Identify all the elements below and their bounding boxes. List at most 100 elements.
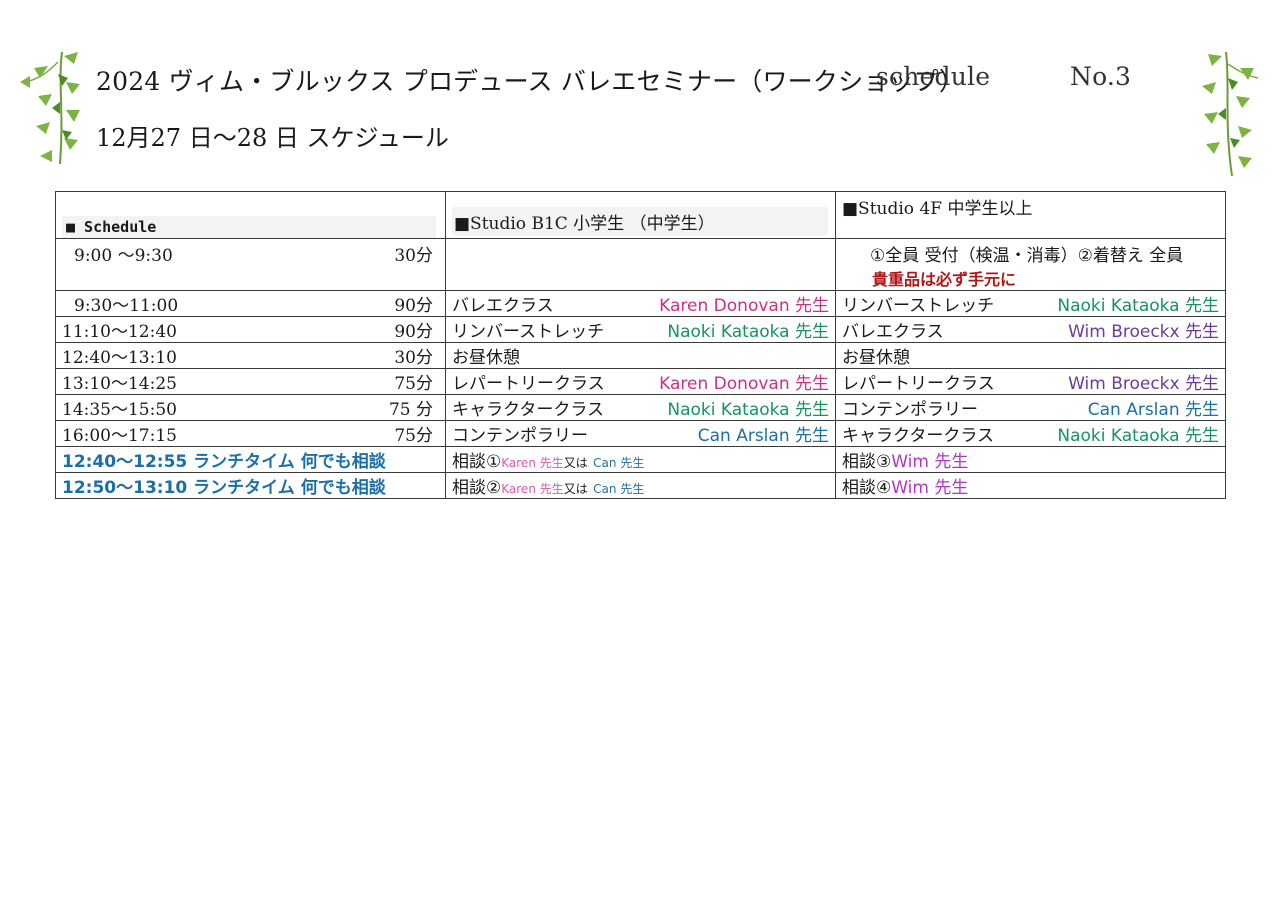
teacher-name: Naoki Kataoka 先生 <box>667 400 829 420</box>
b1c-cell: バレエクラス Karen Donovan 先生 <box>445 290 836 317</box>
f4-cell: ①全員 受付（検温・消毒）②着替え 全員 貴重品は必ず手元に <box>835 238 1226 291</box>
document-title: 2024 ヴィム・ブルックス プロデュース バレエセミナー（ワークショップ） <box>96 67 965 96</box>
b1c-cell: レパートリークラス Karen Donovan 先生 <box>445 368 836 395</box>
reception-note: ①全員 受付（検温・消毒）②着替え 全員 <box>870 246 1184 266</box>
teacher-name: Naoki Kataoka 先生 <box>1057 296 1219 316</box>
f4-cell: キャラクタークラス Naoki Kataoka 先生 <box>835 420 1226 447</box>
consult-label: 相談③ <box>842 452 892 472</box>
duration-text: 90分 <box>394 296 433 316</box>
time-cell: 14:35～15:50 75 分 <box>55 394 446 421</box>
time-text: 14:35～15:50 <box>62 400 177 420</box>
table-row: 12:50～13:10 ランチタイム 何でも相談 相談②Karen 先生又は C… <box>55 472 1226 499</box>
duration-text: 30分 <box>394 246 433 266</box>
class-rows: 9:30～11:00 90分 バレエクラス Karen Donovan 先生 リ… <box>55 290 1226 447</box>
consult-label: 相談① <box>452 452 502 472</box>
teacher-name: Naoki Kataoka 先生 <box>667 322 829 342</box>
class-name: リンバーストレッチ <box>842 296 995 316</box>
class-name: キャラクタークラス <box>842 426 994 446</box>
table-row: 13:10～14:25 75分 レパートリークラス Karen Donovan … <box>55 368 1226 395</box>
table-row: 12:40～13:10 30分 お昼休憩 お昼休憩 <box>55 342 1226 369</box>
time-cell: 13:10～14:25 75分 <box>55 368 446 395</box>
teacher-name: Karen Donovan 先生 <box>659 296 829 316</box>
duration-text: 90分 <box>394 322 433 342</box>
schedule-label: schedule <box>876 62 991 91</box>
table-row: 14:35～15:50 75 分 キャラクタークラス Naoki Kataoka… <box>55 394 1226 421</box>
lunch-text: 12:50～13:10 ランチタイム 何でも相談 <box>62 478 386 498</box>
header-studio-4f: ■Studio 4F 中学生以上 <box>835 191 1226 239</box>
time-text: 9:00 ～9:30 <box>74 246 173 266</box>
b1c-cell: リンバーストレッチ Naoki Kataoka 先生 <box>445 316 836 343</box>
time-text: 11:10～12:40 <box>62 322 177 342</box>
teacher-name: Wim 先生 <box>891 478 969 498</box>
class-name: お昼休憩 <box>452 348 520 368</box>
b1c-cell: キャラクタークラス Naoki Kataoka 先生 <box>445 394 836 421</box>
header-studio-b1c: ■Studio B1C 小学生 （中学生） <box>445 191 836 239</box>
duration-text: 75分 <box>394 426 433 446</box>
b1c-cell <box>445 238 836 291</box>
b1c-consult-cell: 相談②Karen 先生又は Can 先生 <box>445 472 836 499</box>
document-subtitle: 12月27 日～28 日 スケジュール <box>96 124 449 152</box>
f4-cell: リンバーストレッチ Naoki Kataoka 先生 <box>835 290 1226 317</box>
ivy-right-icon <box>1202 52 1259 176</box>
duration-text: 75 分 <box>388 400 433 420</box>
class-name: コンテンポラリー <box>452 426 588 446</box>
teacher-name: Karen 先生 <box>501 456 564 470</box>
teacher-name: Naoki Kataoka 先生 <box>1057 426 1219 446</box>
f4-consult-cell: 相談④Wim 先生 <box>835 472 1226 499</box>
schedule-table: ■ Schedule ■Studio B1C 小学生 （中学生） ■Studio… <box>55 191 1226 499</box>
consult-label: 相談④ <box>842 478 892 498</box>
time-cell: 9:30～11:00 90分 <box>55 290 446 317</box>
consult-label: 相談② <box>452 478 502 498</box>
time-text: 12:40～13:10 <box>62 348 177 368</box>
time-text: 9:30～11:00 <box>74 296 179 316</box>
teacher-name: Karen Donovan 先生 <box>659 374 829 394</box>
teacher-name: Can Arslan 先生 <box>1087 400 1219 420</box>
f4-cell: レパートリークラス Wim Broeckx 先生 <box>835 368 1226 395</box>
ivy-left-icon <box>20 52 80 164</box>
teacher-name: Wim Broeckx 先生 <box>1068 322 1219 342</box>
class-name: バレエクラス <box>842 322 944 342</box>
class-name: バレエクラス <box>452 296 554 316</box>
consult-rows: 12:40～12:55 ランチタイム 何でも相談 相談①Karen 先生又は C… <box>55 446 1226 499</box>
b1c-cell: コンテンポラリー Can Arslan 先生 <box>445 420 836 447</box>
time-text: 13:10～14:25 <box>62 374 177 394</box>
teacher-name: Can 先生 <box>593 482 645 496</box>
time-cell: 9:00 ～9:30 30分 <box>55 238 446 291</box>
time-cell: 12:40～13:10 30分 <box>55 342 446 369</box>
f4-cell: お昼休憩 <box>835 342 1226 369</box>
time-cell: 11:10～12:40 90分 <box>55 316 446 343</box>
teacher-name: Can Arslan 先生 <box>697 426 829 446</box>
table-header-row: ■ Schedule ■Studio B1C 小学生 （中学生） ■Studio… <box>55 191 1226 239</box>
class-name: レパートリークラス <box>452 374 605 394</box>
teacher-name: Wim 先生 <box>891 452 969 472</box>
page-number: No.3 <box>1070 62 1132 91</box>
lunch-text: 12:40～12:55 ランチタイム 何でも相談 <box>62 452 386 472</box>
class-name: キャラクタークラス <box>452 400 604 420</box>
lunch-cell: 12:50～13:10 ランチタイム 何でも相談 <box>55 472 446 499</box>
class-name: レパートリークラス <box>842 374 995 394</box>
teacher-name: Can 先生 <box>593 456 645 470</box>
header-schedule: ■ Schedule <box>55 191 446 239</box>
time-cell: 16:00～17:15 75分 <box>55 420 446 447</box>
f4-cell: コンテンポラリー Can Arslan 先生 <box>835 394 1226 421</box>
or-text: 又は <box>563 456 588 470</box>
b1c-consult-cell: 相談①Karen 先生又は Can 先生 <box>445 446 836 473</box>
table-row: 12:40～12:55 ランチタイム 何でも相談 相談①Karen 先生又は C… <box>55 446 1226 473</box>
teacher-name: Wim Broeckx 先生 <box>1068 374 1219 394</box>
f4-consult-cell: 相談③Wim 先生 <box>835 446 1226 473</box>
f4-cell: バレエクラス Wim Broeckx 先生 <box>835 316 1226 343</box>
document-title-line: 2024 ヴィム・ブルックス プロデュース バレエセミナー（ワークショップ） s… <box>96 62 1131 98</box>
table-row: 16:00～17:15 75分 コンテンポラリー Can Arslan 先生 キ… <box>55 420 1226 447</box>
time-text: 16:00～17:15 <box>62 426 177 446</box>
class-name: お昼休憩 <box>842 348 910 368</box>
class-name: リンバーストレッチ <box>452 322 605 342</box>
table-row: 11:10～12:40 90分 リンバーストレッチ Naoki Kataoka … <box>55 316 1226 343</box>
table-row: 9:30～11:00 90分 バレエクラス Karen Donovan 先生 リ… <box>55 290 1226 317</box>
duration-text: 75分 <box>394 374 433 394</box>
table-row: 9:00 ～9:30 30分 ①全員 受付（検温・消毒）②着替え 全員 貴重品は… <box>55 238 1226 291</box>
b1c-cell: お昼休憩 <box>445 342 836 369</box>
teacher-name: Karen 先生 <box>501 482 564 496</box>
class-name: コンテンポラリー <box>842 400 978 420</box>
or-text: 又は <box>563 482 588 496</box>
duration-text: 30分 <box>394 348 433 368</box>
